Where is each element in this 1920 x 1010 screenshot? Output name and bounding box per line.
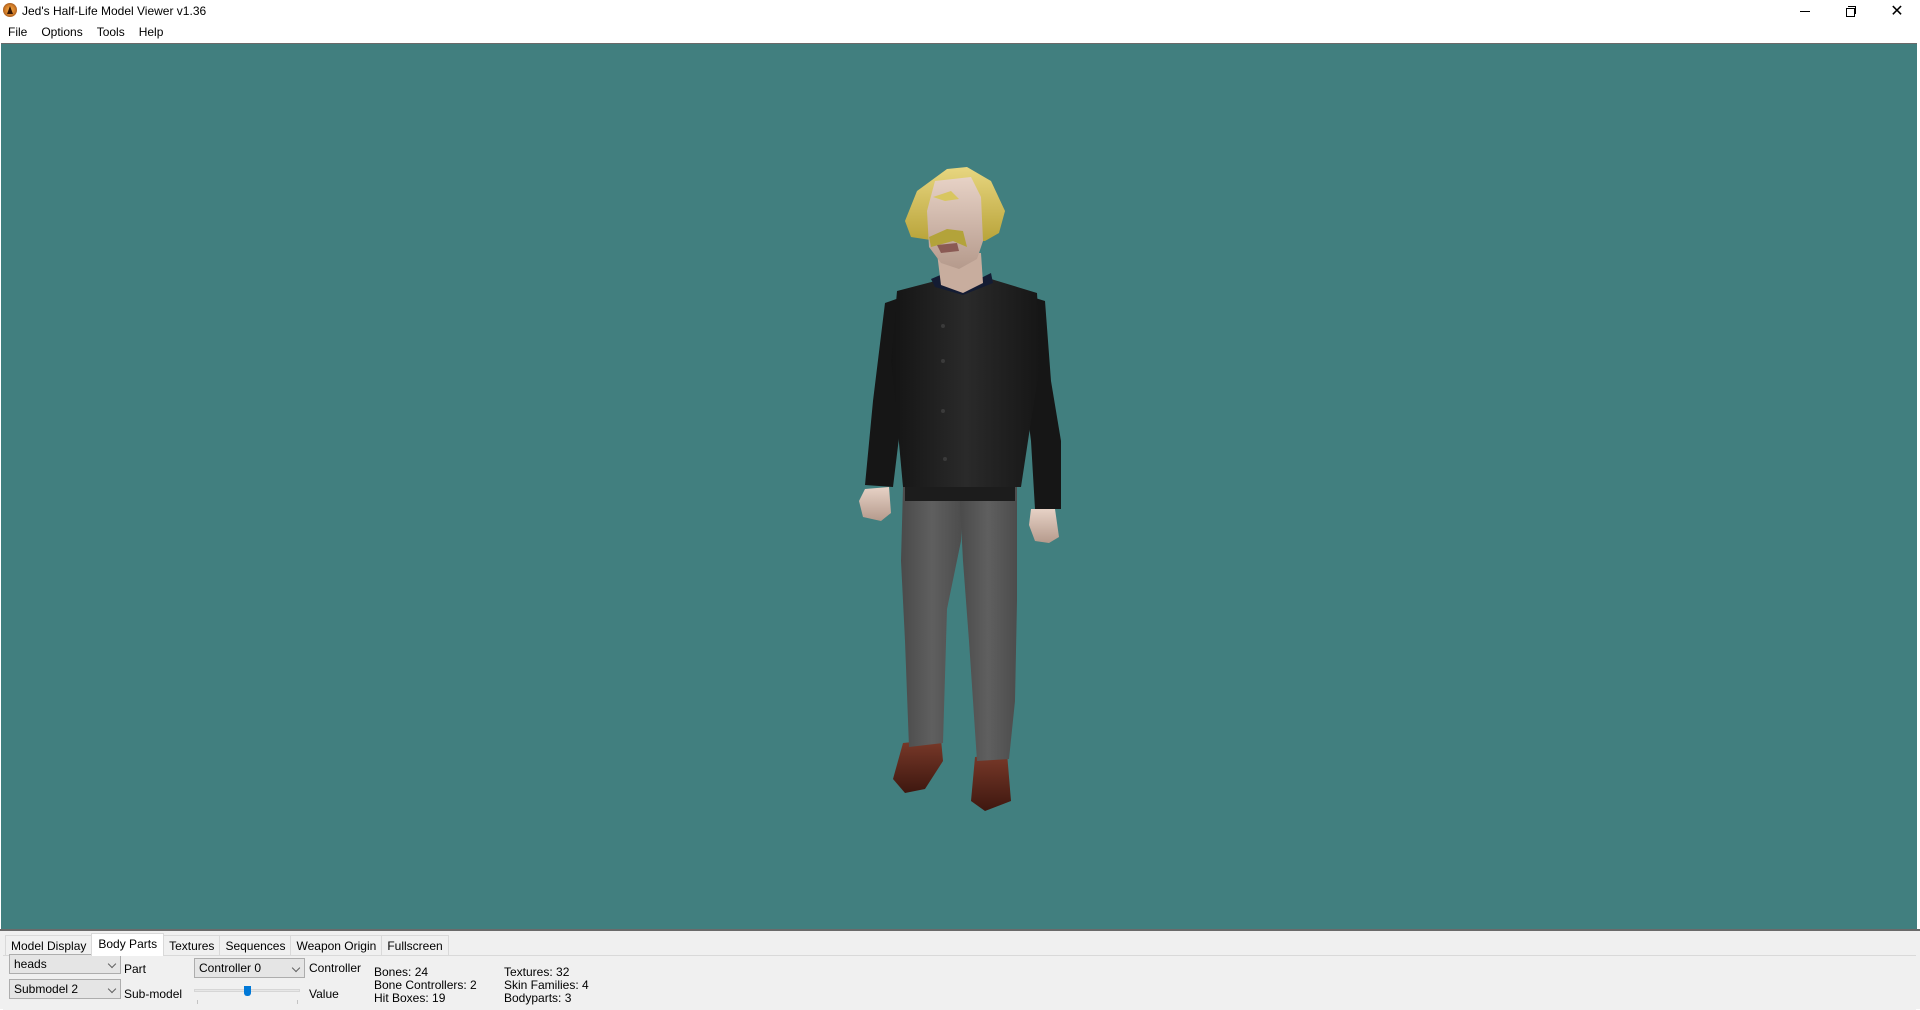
window-title: Jed's Half-Life Model Viewer v1.36 [22,4,207,18]
model-viewport[interactable] [1,43,1917,929]
part-select[interactable]: heads [9,954,121,974]
tab-model-display[interactable]: Model Display [5,935,93,956]
tab-fullscreen[interactable]: Fullscreen [381,935,449,956]
submodel-label: Sub-model [124,987,183,1001]
left-shoe [893,739,943,793]
title-bar: Jed's Half-Life Model Viewer v1.36 ✕ [0,0,1920,22]
chevron-down-icon [107,959,117,969]
tab-weapon-origin[interactable]: Weapon Origin [290,935,383,956]
minimize-button[interactable] [1782,0,1828,22]
hit-boxes-count: Hit Boxes: 19 [374,991,446,1005]
left-hand [859,487,891,521]
chevron-down-icon [291,963,301,973]
half-life-lambda-icon[interactable] [3,3,17,17]
right-shoe [971,753,1011,811]
shirt-torso [891,279,1041,487]
submodel-select[interactable]: Submodel 2 [9,979,121,999]
controller-select[interactable]: Controller 0 [194,958,305,978]
model-stats-left: Bones: 24 Bone Controllers: 2 Hit Boxes:… [374,966,477,1005]
controller-value-slider[interactable] [194,986,300,1006]
right-pant-leg [959,487,1017,761]
tab-textures[interactable]: Textures [163,935,221,956]
tab-body-parts[interactable]: Body Parts [91,933,165,956]
value-label: Value [309,987,339,1001]
close-button[interactable]: ✕ [1874,0,1920,22]
submodel-select-value: Submodel 2 [14,982,79,996]
face [927,177,983,269]
menu-file[interactable]: File [0,22,34,42]
part-label: Part [124,962,147,976]
left-pant-leg [901,487,963,747]
tab-sequences[interactable]: Sequences [219,935,292,956]
slider-tick [297,1000,298,1004]
menu-options[interactable]: Options [34,22,89,42]
controller-label: Controller [309,961,362,975]
menu-help[interactable]: Help [132,22,171,42]
menu-tools[interactable]: Tools [90,22,132,42]
character-model[interactable] [1,44,1917,929]
close-icon: ✕ [1890,1,1904,20]
menu-bar: File Options Tools Help [0,22,1920,42]
model-stats-right: Textures: 32 Skin Families: 4 Bodyparts:… [504,966,589,1005]
panel-tabs: Model Display Body Parts Textures Sequen… [5,933,449,956]
chevron-down-icon [107,984,117,994]
restore-icon [1846,6,1856,17]
part-select-value: heads [14,957,47,971]
slider-tick [197,1000,198,1004]
slider-thumb[interactable] [244,986,251,996]
restore-button[interactable] [1828,0,1874,22]
right-hand [1029,509,1059,543]
bodyparts-count: Bodyparts: 3 [504,991,572,1005]
controller-select-value: Controller 0 [199,961,262,975]
minimize-icon [1800,10,1810,12]
